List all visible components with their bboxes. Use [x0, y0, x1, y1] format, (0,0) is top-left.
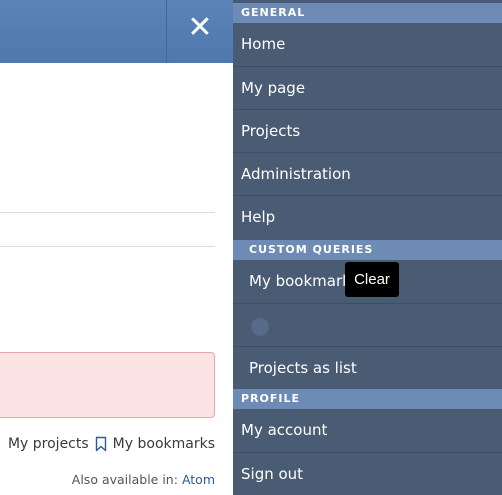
clear-tooltip: Clear	[345, 262, 399, 297]
query-placeholder-icon	[251, 318, 269, 336]
section-profile-header: PROFILE	[233, 389, 502, 409]
section-custom-queries-header: CUSTOM QUERIES	[233, 240, 502, 260]
error-flash-box	[0, 352, 215, 418]
menu-item-administration[interactable]: Administration	[233, 152, 502, 196]
divider-2	[0, 246, 215, 247]
flyout-menu: GENERAL Home My page Projects Administra…	[233, 0, 502, 495]
main-content	[0, 63, 233, 495]
bookmark-icon	[95, 436, 107, 452]
menu-item-my-page[interactable]: My page	[233, 66, 502, 110]
my-bookmarks-link[interactable]: My bookmarks	[113, 436, 215, 452]
page-links-row: My projects My bookmarks	[8, 436, 215, 452]
header-divider	[166, 0, 167, 63]
close-menu-button[interactable]: ✕	[181, 9, 219, 47]
also-available-label: Also available in:	[71, 472, 178, 487]
section-general-header: GENERAL	[233, 3, 502, 23]
menu-item-query-placeholder[interactable]	[233, 303, 502, 347]
menu-item-projects-as-list[interactable]: Projects as list	[233, 346, 502, 390]
atom-feed-link[interactable]: Atom	[182, 472, 215, 487]
my-projects-link[interactable]: My projects	[8, 436, 89, 452]
menu-item-my-account[interactable]: My account	[233, 409, 502, 453]
also-available-row: Also available in: Atom	[72, 472, 215, 487]
menu-item-sign-out[interactable]: Sign out	[233, 452, 502, 495]
close-icon: ✕	[187, 10, 213, 45]
menu-item-help[interactable]: Help	[233, 195, 502, 239]
divider-1	[0, 212, 215, 213]
menu-item-projects[interactable]: Projects	[233, 109, 502, 153]
menu-item-home[interactable]: Home	[233, 23, 502, 67]
